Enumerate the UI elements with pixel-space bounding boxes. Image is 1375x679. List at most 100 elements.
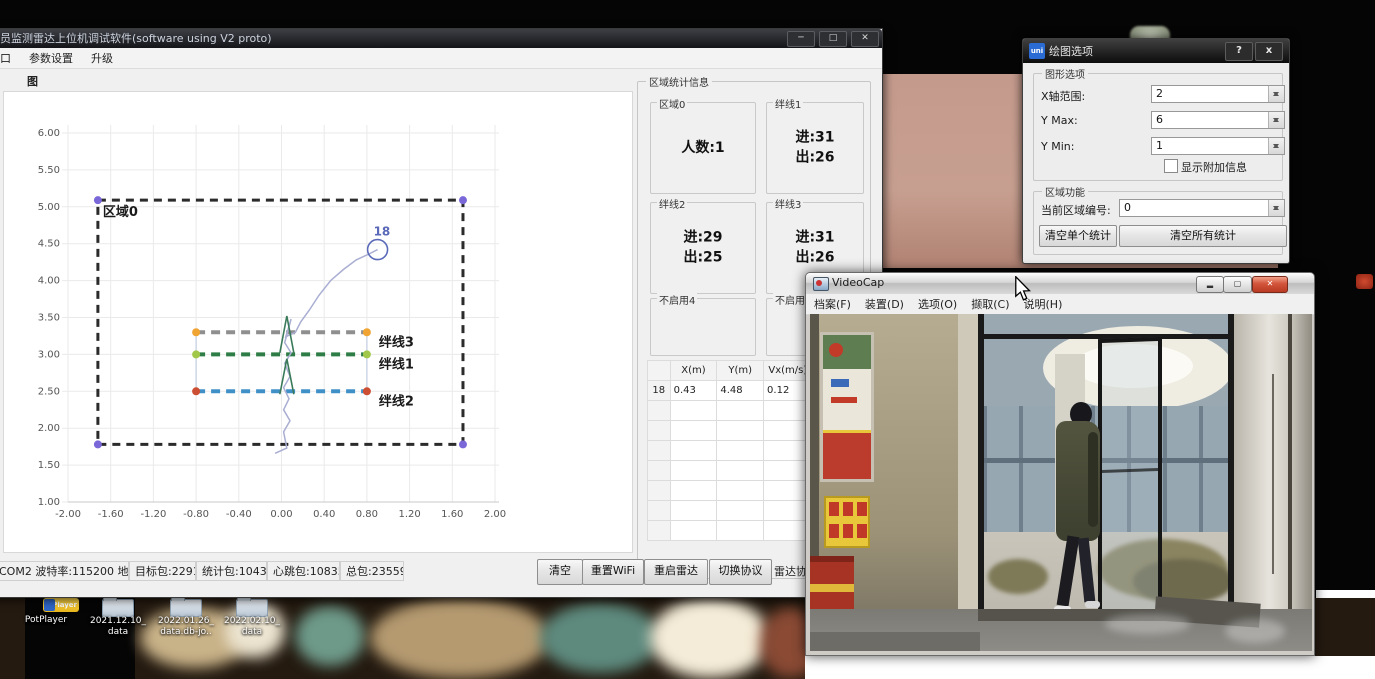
current-region-value: 0 [1124, 201, 1131, 214]
status-stat-packets: 统计包:10433 [196, 561, 267, 581]
stat-value: 出:26 [767, 248, 863, 268]
status-heartbeat-packets: 心跳包:10835 [267, 561, 340, 581]
switch-protocol-button[interactable]: 切换协议 [709, 559, 772, 585]
region-corner-dot [459, 440, 467, 448]
cell-x: 0.43 [670, 381, 717, 401]
maximize-button[interactable]: □ [819, 31, 847, 47]
wall-poster-small [824, 496, 870, 548]
plot-area: -2.00-1.60-1.20-0.80-0.400.000.400.801.2… [3, 91, 633, 553]
region-corner-dot [459, 196, 467, 204]
wall-pipe [1288, 314, 1292, 651]
trip-line-label: 绊线3 [379, 334, 414, 350]
y-tick-label: 4.50 [38, 239, 60, 250]
wall-pipe-thin [1272, 374, 1274, 574]
menu-bar: 串口 参数设置 升级 [0, 48, 882, 69]
y-tick-label: 5.00 [38, 202, 60, 213]
x-range-value: 2 [1156, 87, 1163, 100]
x-tick-label: -1.60 [98, 509, 124, 520]
y-min-label: Y Min: [1041, 140, 1074, 153]
trip-line-endpoint [192, 328, 200, 336]
col-rowid [648, 361, 671, 381]
wall-poster [820, 332, 874, 482]
y-tick-label: 3.50 [38, 313, 60, 324]
menu-device[interactable]: 装置(D) [865, 296, 904, 312]
folder-icon[interactable] [236, 599, 268, 617]
y-tick-label: 1.50 [38, 460, 60, 471]
tracking-chart: -2.00-1.60-1.20-0.80-0.400.000.400.801.2… [4, 92, 632, 552]
trip-line-endpoint [363, 350, 371, 358]
clear-single-stat-button[interactable]: 清空单个统计 [1039, 225, 1117, 247]
show-extra-info-label[interactable]: 显示附加信息 [1181, 159, 1247, 175]
x-range-label: X轴范围: [1041, 88, 1085, 104]
potplayer-icon[interactable]: Player [43, 598, 79, 612]
floor-shadow [810, 632, 980, 651]
videocap-icon [813, 277, 829, 291]
target-id-label: 18 [374, 225, 391, 239]
spinner-arrows-icon[interactable] [1268, 200, 1284, 216]
menu-upgrade[interactable]: 升级 [91, 50, 113, 66]
x-range-spinner[interactable]: 2 [1151, 85, 1285, 103]
stat-box-title: 绊线2 [657, 196, 687, 211]
folder-label[interactable]: 2022.02.10_data [218, 616, 286, 638]
videocap-window: VideoCap ▂ ▢ ✕ 档案(F) 装置(D) 选项(O) 撷取(C) 说… [805, 272, 1315, 656]
folder-icon[interactable] [102, 599, 134, 617]
shrubs [988, 559, 1048, 594]
menu-capture[interactable]: 撷取(C) [971, 296, 1009, 312]
spinner-arrows-icon[interactable] [1268, 138, 1284, 154]
help-button[interactable]: ? [1225, 42, 1253, 61]
stat-box-disabled4: 不启用4 [650, 298, 756, 356]
videocap-menu-bar: 档案(F) 装置(D) 选项(O) 撷取(C) 说明(H) [806, 294, 1314, 315]
menu-parameter-settings[interactable]: 参数设置 [29, 50, 73, 66]
cell-y: 4.48 [717, 381, 764, 401]
stat-box-title: 不启用4 [657, 292, 697, 307]
y-min-spinner[interactable]: 1 [1151, 137, 1285, 155]
floor-reflection [1225, 619, 1285, 643]
y-tick-label: 6.00 [38, 128, 60, 139]
radar-protocol-label: 雷达协 [774, 563, 807, 579]
person-leg [1057, 535, 1080, 606]
menu-serial[interactable]: 串口 [0, 50, 11, 66]
desktop-screen: { "main_window": { "title": "人员监测雷达上位机调试… [0, 0, 1375, 679]
dialog-title-bar[interactable]: uni 绘图选项 ? x [1023, 39, 1289, 63]
restart-radar-button[interactable]: 重启雷达 [644, 559, 708, 585]
y-max-spinner[interactable]: 6 [1151, 111, 1285, 129]
x-tick-label: -0.80 [183, 509, 209, 520]
menu-options[interactable]: 选项(O) [918, 296, 957, 312]
y-tick-label: 4.00 [38, 276, 60, 287]
uni-app-icon: uni [1029, 43, 1045, 59]
potplayer-icon-label[interactable]: PotPlayer [8, 615, 84, 626]
show-extra-info-checkbox[interactable] [1164, 159, 1178, 173]
folder-icon[interactable] [170, 599, 202, 617]
minimize-button[interactable]: ─ [787, 31, 815, 47]
dialog-title: 绘图选项 [1049, 43, 1093, 59]
dialog-close-button[interactable]: x [1255, 42, 1283, 61]
videocap-minimize-button[interactable]: ▂ [1196, 276, 1224, 293]
cell-rowid: 18 [648, 381, 671, 401]
wallpaper-blob [295, 606, 365, 666]
close-button[interactable]: ✕ [851, 31, 879, 47]
videocap-close-button[interactable]: ✕ [1252, 276, 1288, 293]
trip-line-endpoint [192, 387, 200, 395]
clear-button[interactable]: 清空 [537, 559, 583, 585]
title-bar[interactable]: 人员监测雷达上位机调试软件(software using V2 proto) ─… [0, 29, 882, 48]
videocap-title-bar[interactable]: VideoCap ▂ ▢ ✕ [806, 273, 1314, 295]
x-tick-label: 0.00 [270, 509, 292, 520]
stat-box-tripline2: 绊线2 进:29出:25 [650, 202, 756, 294]
videocap-maximize-button[interactable]: ▢ [1223, 276, 1252, 293]
spinner-arrows-icon[interactable] [1268, 112, 1284, 128]
x-tick-label: 2.00 [484, 509, 506, 520]
trip-line-endpoint [192, 350, 200, 358]
window-title: 人员监测雷达上位机调试软件(software using V2 proto) [0, 32, 272, 45]
stat-box-title: 绊线1 [773, 96, 803, 111]
clear-all-stats-button[interactable]: 清空所有统计 [1119, 225, 1287, 247]
menu-file[interactable]: 档案(F) [814, 296, 851, 312]
x-tick-label: 0.80 [356, 509, 378, 520]
trip-line-label: 绊线2 [379, 393, 414, 409]
y-tick-label: 1.00 [38, 497, 60, 508]
reset-wifi-button[interactable]: 重置WiFi [582, 559, 644, 585]
stat-value: 进:31 [767, 228, 863, 248]
folder-label[interactable]: 2022.01.26_data.db-jo.. [150, 616, 222, 638]
spinner-arrows-icon[interactable] [1268, 86, 1284, 102]
current-region-spinner[interactable]: 0 [1119, 199, 1285, 217]
folder-label[interactable]: 2021.12.10_data [84, 616, 152, 638]
